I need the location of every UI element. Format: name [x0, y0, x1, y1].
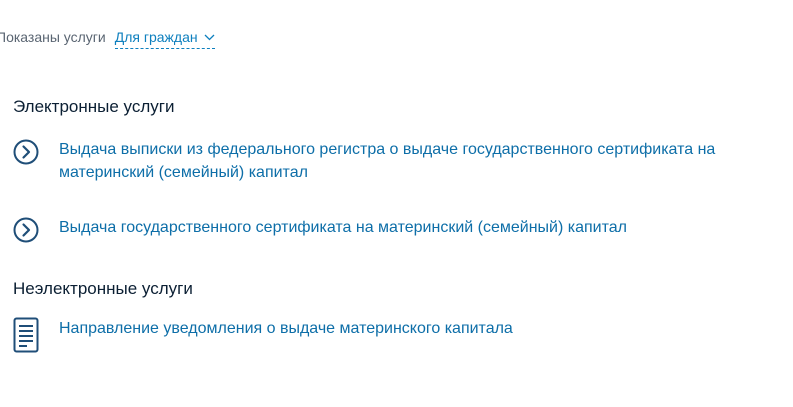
services-filter: Показаны услуги Для граждан	[0, 29, 215, 49]
service-item[interactable]: Выдача государственного сертификата на м…	[13, 216, 779, 243]
services-page: Показаны услуги Для граждан Электронные …	[0, 0, 793, 407]
audience-dropdown[interactable]: Для граждан	[114, 29, 215, 49]
service-link[interactable]: Направление уведомления о выдаче материн…	[59, 317, 779, 340]
service-item[interactable]: Выдача выписки из федерального регистра …	[13, 138, 779, 184]
service-item[interactable]: Направление уведомления о выдаче материн…	[13, 317, 779, 353]
section-title-nonelectronic: Неэлектронные услуги	[13, 279, 193, 298]
chevron-right-circle-icon	[13, 139, 39, 165]
chevron-right-circle-icon	[13, 217, 39, 243]
document-icon	[13, 317, 39, 353]
chevron-down-icon	[204, 34, 215, 41]
section-title-electronic: Электронные услуги	[13, 97, 175, 116]
service-link[interactable]: Выдача выписки из федерального регистра …	[59, 138, 779, 184]
service-link[interactable]: Выдача государственного сертификата на м…	[59, 216, 779, 239]
filter-label: Показаны услуги	[0, 29, 106, 45]
audience-dropdown-value: Для граждан	[114, 29, 198, 45]
